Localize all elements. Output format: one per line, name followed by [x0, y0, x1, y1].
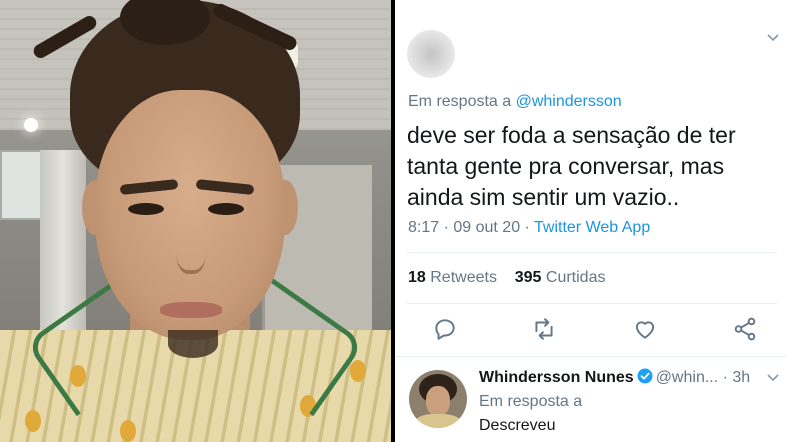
tweet-actions [395, 316, 786, 346]
retweet-icon[interactable] [531, 316, 557, 342]
goatee [168, 330, 218, 358]
author-avatar-blurred[interactable] [407, 30, 455, 78]
reply-time[interactable]: 3h [732, 369, 750, 386]
likes-stat[interactable]: 395 Curtidas [515, 269, 606, 286]
reply-author-avatar[interactable] [409, 370, 467, 428]
separator [407, 252, 777, 253]
like-icon[interactable] [632, 316, 658, 342]
chevron-down-icon[interactable] [767, 34, 779, 42]
mouth [160, 302, 222, 318]
retweets-count: 18 [408, 269, 426, 286]
pineapple-print [25, 410, 41, 432]
reply-prefix: Em resposta a [408, 93, 512, 110]
tweet-source-link[interactable]: Twitter Web App [534, 219, 650, 236]
reply-icon[interactable] [432, 316, 458, 342]
tweet-text: deve ser foda a sensação de ter tanta ge… [407, 122, 736, 210]
reply-text: Descreveu [479, 417, 556, 434]
reply-context: Em resposta a [479, 393, 583, 410]
pineapple-print [120, 420, 136, 442]
light-bulb [24, 118, 38, 132]
separator [395, 356, 786, 357]
reply-author-handle[interactable]: @whin... [656, 369, 718, 386]
nose [176, 222, 206, 274]
reply-header: Whindersson Nunes @whin... · 3h [479, 368, 750, 387]
retweets-stat[interactable]: 18 Retweets [408, 269, 497, 286]
tweet-stats: 18 Retweets 395 Curtidas [408, 269, 605, 287]
tweet-timestamp[interactable]: 8:17 · 09 out 20 · [408, 219, 534, 236]
reply-context: Em resposta a @whindersson [408, 93, 622, 111]
eye-left [128, 203, 164, 215]
share-icon[interactable] [732, 316, 758, 342]
tweet-panel: Em resposta a @whindersson deve ser foda… [395, 0, 786, 442]
reply-dot: · [722, 369, 728, 386]
tweet-meta: 8:17 · 09 out 20 · Twitter Web App [408, 219, 650, 237]
likes-count: 395 [514, 269, 542, 286]
eye-right [208, 203, 244, 215]
reply-author-name[interactable]: Whindersson Nunes [479, 369, 634, 386]
retweets-label: Retweets [430, 269, 497, 286]
pineapple-print [350, 360, 366, 382]
verified-badge-icon [637, 368, 653, 384]
likes-label: Curtidas [545, 269, 606, 286]
reply-handle-link[interactable]: @whindersson [516, 93, 622, 110]
profile-photo [0, 0, 391, 442]
chevron-down-icon[interactable] [767, 374, 779, 382]
separator [407, 303, 777, 304]
